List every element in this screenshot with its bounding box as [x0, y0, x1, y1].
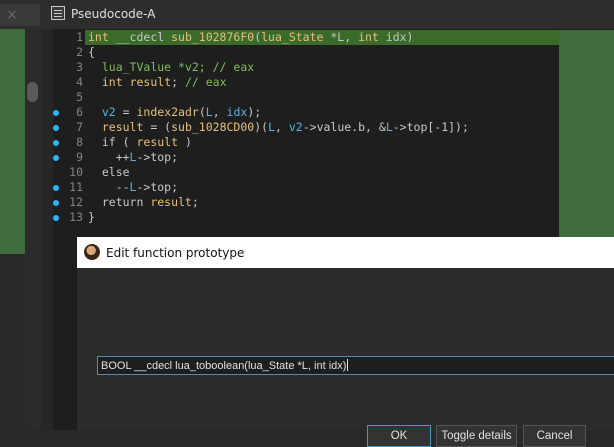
line-number: 10: [69, 165, 83, 179]
code-text[interactable]: lua_TValue *v2; // eax: [88, 60, 254, 75]
line-number: 2: [76, 45, 83, 59]
code-line[interactable]: 5: [53, 90, 593, 105]
code-text[interactable]: v2 = index2adr(L, idx);: [88, 105, 261, 120]
gutter-column: [41, 29, 53, 430]
dialog-body: BOOL __cdecl lua_toboolean(lua_State *L,…: [77, 268, 614, 447]
code-text[interactable]: else: [88, 165, 130, 180]
breakpoint-icon[interactable]: [53, 125, 59, 131]
code-text[interactable]: if ( result ): [88, 135, 192, 150]
line-number: 8: [76, 135, 83, 149]
scrollbar-thumb[interactable]: [27, 82, 38, 102]
code-line[interactable]: 7 result = (sub_1028CD00)(L, v2->value.b…: [53, 120, 593, 135]
line-number: 5: [76, 90, 83, 104]
code-text[interactable]: int result; // eax: [88, 75, 227, 90]
tab-title[interactable]: Pseudocode-A: [71, 6, 155, 22]
line-number: 13: [69, 210, 83, 224]
code-line[interactable]: 11 --L->top;: [53, 180, 593, 195]
code-line[interactable]: 4 int result; // eax: [53, 75, 593, 90]
line-number: 9: [76, 150, 83, 164]
code-text[interactable]: }: [88, 210, 95, 225]
breakpoint-icon[interactable]: [53, 140, 59, 146]
code-text[interactable]: int __cdecl sub_102876F0(lua_State *L, i…: [88, 30, 413, 45]
line-number: 6: [76, 105, 83, 119]
breakpoint-icon[interactable]: [53, 185, 59, 191]
breakpoint-icon[interactable]: [53, 215, 59, 221]
tab-close-area[interactable]: ×: [0, 4, 40, 26]
breakpoint-icon[interactable]: [53, 200, 59, 206]
close-icon[interactable]: ×: [6, 6, 18, 24]
text-caret: [347, 359, 349, 371]
prototype-input[interactable]: BOOL __cdecl lua_toboolean(lua_State *L,…: [97, 356, 614, 375]
code-line[interactable]: 6 v2 = index2adr(L, idx);: [53, 105, 593, 120]
avatar-icon: [84, 244, 100, 260]
line-number: 3: [76, 60, 83, 74]
edit-function-prototype-dialog: Edit function prototype BOOL __cdecl lua…: [76, 237, 614, 447]
toggle-details-button[interactable]: Toggle details: [436, 425, 517, 447]
code-line[interactable]: 9 ++L->top;: [53, 150, 593, 165]
code-text[interactable]: {: [88, 45, 95, 60]
dialog-title: Edit function prototype: [106, 246, 245, 260]
breakpoint-icon[interactable]: [53, 155, 59, 161]
pseudocode-tab-icon: [51, 6, 65, 20]
line-number: 12: [69, 195, 83, 209]
breakpoint-icon[interactable]: [53, 110, 59, 116]
dialog-title-bar[interactable]: Edit function prototype: [77, 237, 614, 268]
code-text[interactable]: ++L->top;: [88, 150, 178, 165]
line-number: 11: [69, 180, 83, 194]
line-number: 1: [76, 30, 83, 44]
tab-bar: × Pseudocode-A: [0, 0, 614, 29]
code-line[interactable]: 2{: [53, 45, 593, 60]
code-text[interactable]: result = (sub_1028CD00)(L, v2->value.b, …: [88, 120, 469, 135]
line-number: 7: [76, 120, 83, 134]
line-number: 4: [76, 75, 83, 89]
code-line[interactable]: 13}: [53, 210, 593, 225]
code-text[interactable]: return result;: [88, 195, 199, 210]
code-line[interactable]: 3 lua_TValue *v2; // eax: [53, 60, 593, 75]
code-line[interactable]: 1 int __cdecl sub_102876F0(lua_State *L, …: [53, 30, 593, 45]
prototype-input-value[interactable]: BOOL __cdecl lua_toboolean(lua_State *L,…: [101, 359, 349, 373]
code-text[interactable]: --L->top;: [88, 180, 178, 195]
code-line[interactable]: 8 if ( result ): [53, 135, 593, 150]
code-line[interactable]: 10 else: [53, 165, 593, 180]
ok-button[interactable]: OK: [367, 425, 431, 447]
cancel-button[interactable]: Cancel: [523, 425, 586, 447]
code-line[interactable]: 12 return result;: [53, 195, 593, 210]
left-highlight-region: [0, 29, 25, 254]
